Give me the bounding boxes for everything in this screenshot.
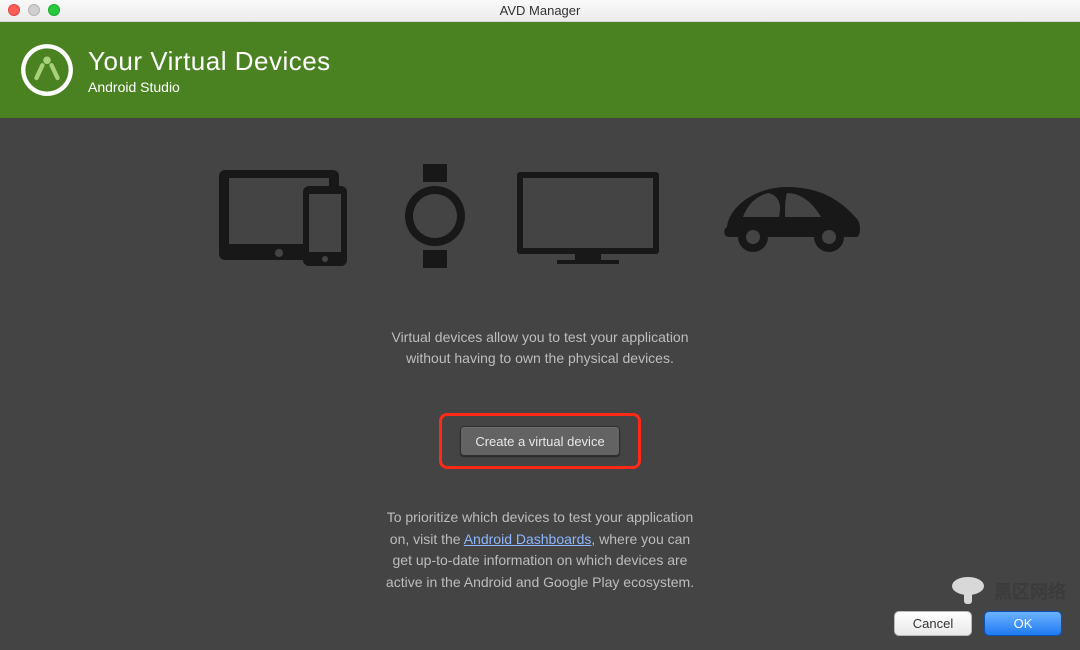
page-title: Your Virtual Devices — [88, 46, 331, 77]
info-line: on, visit the — [390, 531, 464, 547]
highlight-ring: Create a virtual device — [439, 413, 640, 469]
ok-button[interactable]: OK — [984, 611, 1062, 636]
window-title: AVD Manager — [0, 3, 1080, 18]
description-line: Virtual devices allow you to test your a… — [391, 329, 688, 345]
window-titlebar: AVD Manager — [0, 0, 1080, 22]
android-dashboards-link[interactable]: Android Dashboards — [464, 531, 592, 547]
cancel-button[interactable]: Cancel — [894, 611, 972, 636]
phone-tablet-icon — [217, 164, 357, 273]
watch-icon — [403, 164, 467, 273]
info-line: To prioritize which devices to test your… — [387, 509, 694, 525]
device-illustration-row — [0, 118, 1080, 273]
info-line: get up-to-date information on which devi… — [393, 552, 688, 568]
description-line: without having to own the physical devic… — [406, 350, 674, 366]
main-panel: Virtual devices allow you to test your a… — [0, 118, 1080, 650]
description-text: Virtual devices allow you to test your a… — [0, 327, 1080, 369]
dialog-header: Your Virtual Devices Android Studio — [0, 22, 1080, 118]
info-text: To prioritize which devices to test your… — [0, 507, 1080, 594]
android-studio-icon — [20, 43, 74, 97]
tv-icon — [513, 164, 663, 273]
create-virtual-device-button[interactable]: Create a virtual device — [460, 426, 619, 456]
page-subtitle: Android Studio — [88, 79, 331, 95]
car-icon — [709, 173, 863, 264]
info-line: active in the Android and Google Play ec… — [386, 574, 694, 590]
dialog-footer: Cancel OK — [894, 611, 1062, 636]
info-line: , where you can — [591, 531, 690, 547]
